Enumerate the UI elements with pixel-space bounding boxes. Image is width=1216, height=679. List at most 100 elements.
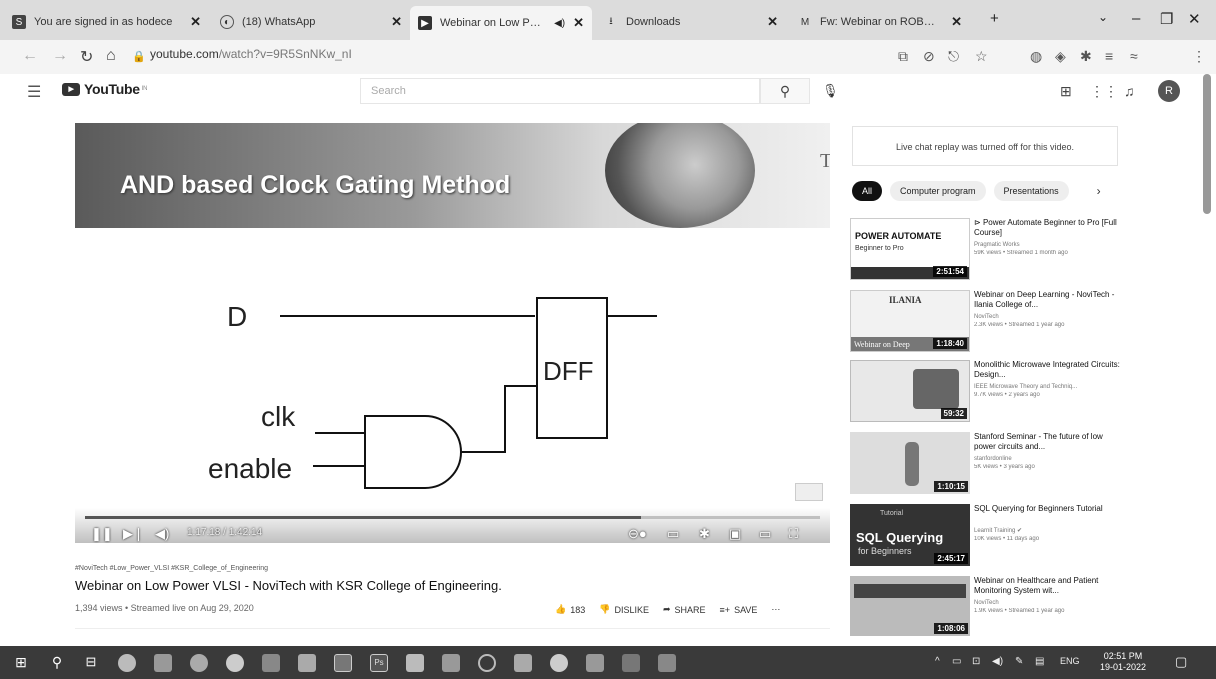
chip-presentations[interactable]: Presentations (993, 181, 1069, 201)
close-window-icon[interactable]: ✕ (1188, 10, 1201, 28)
share-button[interactable]: ➦ SHARE (663, 604, 706, 615)
close-tab-icon[interactable]: ✕ (573, 15, 584, 31)
bookmark-star-icon[interactable]: ☆ (975, 48, 988, 65)
app-icon[interactable] (334, 654, 352, 672)
tab-gmail[interactable]: M Fw: Webinar on ROBOTICS ✕ (790, 8, 970, 36)
tab-downloads[interactable]: ⭳ Downloads ✕ (596, 8, 786, 36)
windows-start-icon[interactable]: ⊞ (12, 654, 30, 672)
extension-icon[interactable]: ◍ (1030, 48, 1042, 65)
miniplayer-icon[interactable]: ▣ (729, 526, 741, 542)
reading-list-icon[interactable]: ≡ (1105, 48, 1113, 64)
app-icon[interactable] (190, 654, 208, 672)
keyboard-icon[interactable]: ▤ (1035, 656, 1044, 667)
task-view-icon[interactable]: ⊟ (82, 654, 100, 672)
recommended-video[interactable]: 1:08:06 Webinar on Healthcare and Patien… (850, 576, 1120, 640)
minimize-icon[interactable]: – (1132, 10, 1140, 27)
calculator-icon[interactable] (442, 654, 460, 672)
share-page-icon[interactable]: ⎋ (948, 48, 959, 65)
recommended-video[interactable]: POWER AUTOMATE Beginner to Pro 2:51:54 ⊳… (850, 218, 1120, 282)
rec-channel[interactable]: Learnit Training ✔ (974, 527, 1120, 535)
chip-computer-program[interactable]: Computer program (890, 181, 986, 201)
file-explorer-icon[interactable] (262, 654, 280, 672)
mic-icon[interactable]: 🎙 (822, 83, 839, 99)
tab-search-icon[interactable]: ⌄ (1098, 10, 1108, 24)
youtube-logo[interactable]: ▶ YouTube IN (62, 81, 147, 97)
pen-icon[interactable]: ✎ (1015, 656, 1023, 667)
app-icon[interactable] (478, 654, 496, 672)
reload-icon[interactable]: ↻ (80, 47, 93, 67)
more-actions-icon[interactable]: ⋯ (771, 604, 780, 615)
close-tab-icon[interactable]: ✕ (190, 14, 201, 30)
tab-webinar-active[interactable]: ▶ Webinar on Low Power ◀) ✕ (410, 6, 592, 40)
tab-whatsapp[interactable]: ◐ (18) WhatsApp ✕ (212, 8, 410, 36)
page-scrollbar[interactable] (1203, 74, 1211, 214)
search-button[interactable]: ⚲ (760, 78, 810, 104)
settings-gear-icon[interactable]: ✱ (699, 526, 710, 542)
chrome-icon[interactable] (226, 654, 244, 672)
search-input[interactable]: Search (360, 78, 760, 104)
recommended-video[interactable]: 1:10:15 Stanford Seminar - The future of… (850, 432, 1120, 496)
network-icon[interactable]: ▭ (952, 656, 961, 667)
install-icon[interactable]: ⧉ (898, 48, 908, 65)
rec-channel[interactable]: NoviTech (974, 313, 1120, 321)
app-icon[interactable] (586, 654, 604, 672)
maximize-icon[interactable]: ❐ (1160, 10, 1173, 28)
pause-icon[interactable]: ❚❚ (91, 526, 113, 542)
search-icon[interactable]: ⚲ (48, 654, 66, 672)
show-hidden-icons-icon[interactable]: ^ (935, 656, 940, 667)
chevron-right-icon[interactable]: › (1097, 184, 1101, 198)
fullscreen-icon[interactable]: ⛶ (789, 526, 798, 542)
video-player[interactable]: Tech AND based Clock Gating Method D clk… (75, 123, 830, 543)
back-icon[interactable]: ← (22, 47, 38, 65)
chrome-icon[interactable] (550, 654, 568, 672)
notifications-bell-icon[interactable]: ♫ (1124, 83, 1135, 99)
app-icon[interactable] (298, 654, 316, 672)
app-icon[interactable] (154, 654, 172, 672)
rec-channel[interactable]: NoviTech (974, 599, 1120, 607)
create-video-icon[interactable]: ⊞ (1060, 83, 1072, 100)
profile-icon[interactable]: ≈ (1130, 48, 1138, 64)
audio-playing-icon[interactable]: ◀) (554, 18, 565, 29)
kebab-menu-icon[interactable]: ⋮ (1192, 48, 1206, 65)
forward-icon[interactable]: → (52, 47, 68, 65)
close-tab-icon[interactable]: ✕ (951, 14, 962, 30)
app-icon[interactable] (514, 654, 532, 672)
autoplay-toggle-icon[interactable]: ⊖● (628, 526, 647, 542)
recommended-video[interactable]: Tutorial SQL Querying for Beginners 2:45… (850, 504, 1120, 568)
rec-channel[interactable]: Pragmatic Works (974, 241, 1120, 249)
tracking-off-icon[interactable]: ⊘ (923, 48, 935, 65)
tab-signed-in[interactable]: S You are signed in as hodece ✕ (4, 8, 209, 36)
word-icon[interactable] (658, 654, 676, 672)
photoshop-icon[interactable]: Ps (370, 654, 388, 672)
recommended-video[interactable]: ILANIA Webinar on Deep 1:18:40 Webinar o… (850, 290, 1120, 354)
url-field[interactable]: youtube.com/watch?v=9R5SnNKw_nI (150, 47, 352, 61)
apps-grid-icon[interactable]: ⋮⋮ (1090, 83, 1118, 100)
dislike-button[interactable]: 👎 DISLIKE (599, 604, 649, 615)
volume-icon[interactable]: ◀) (992, 656, 1003, 667)
theater-mode-icon[interactable]: ▭ (759, 526, 771, 542)
menu-icon[interactable]: ☰ (27, 82, 41, 102)
system-clock[interactable]: 02:51 PM 19-01-2022 (1100, 651, 1146, 673)
new-tab-icon[interactable]: + (990, 10, 999, 27)
progress-bar[interactable] (85, 516, 820, 519)
volume-icon[interactable]: ◀) (155, 526, 169, 542)
captions-icon[interactable]: ▭ (667, 526, 679, 542)
rec-channel[interactable]: stanfordonline (974, 455, 1120, 463)
notifications-icon[interactable]: ▢ (1175, 654, 1187, 670)
avatar[interactable]: R (1158, 80, 1180, 102)
edge-browser-icon[interactable] (118, 654, 136, 672)
next-icon[interactable]: ▶❘ (123, 526, 144, 542)
app-icon[interactable] (622, 654, 640, 672)
extensions-puzzle-icon[interactable]: ✱ (1080, 48, 1092, 65)
chip-all[interactable]: All (852, 181, 883, 201)
app-icon[interactable] (406, 654, 424, 672)
extension-icon[interactable]: ◈ (1055, 48, 1066, 65)
rec-channel[interactable]: IEEE Microwave Theory and Techniq... (974, 383, 1120, 391)
save-button[interactable]: ≡+ SAVE (720, 604, 758, 615)
recommended-video[interactable]: 59:32 Monolithic Microwave Integrated Ci… (850, 360, 1120, 424)
like-button[interactable]: 👍 183 (555, 604, 585, 615)
home-icon[interactable]: ⌂ (106, 47, 116, 65)
video-hashtags[interactable]: #NoviTech #Low_Power_VLSI #KSR_College_o… (75, 565, 268, 572)
close-tab-icon[interactable]: ✕ (767, 14, 778, 30)
close-tab-icon[interactable]: ✕ (391, 14, 402, 30)
